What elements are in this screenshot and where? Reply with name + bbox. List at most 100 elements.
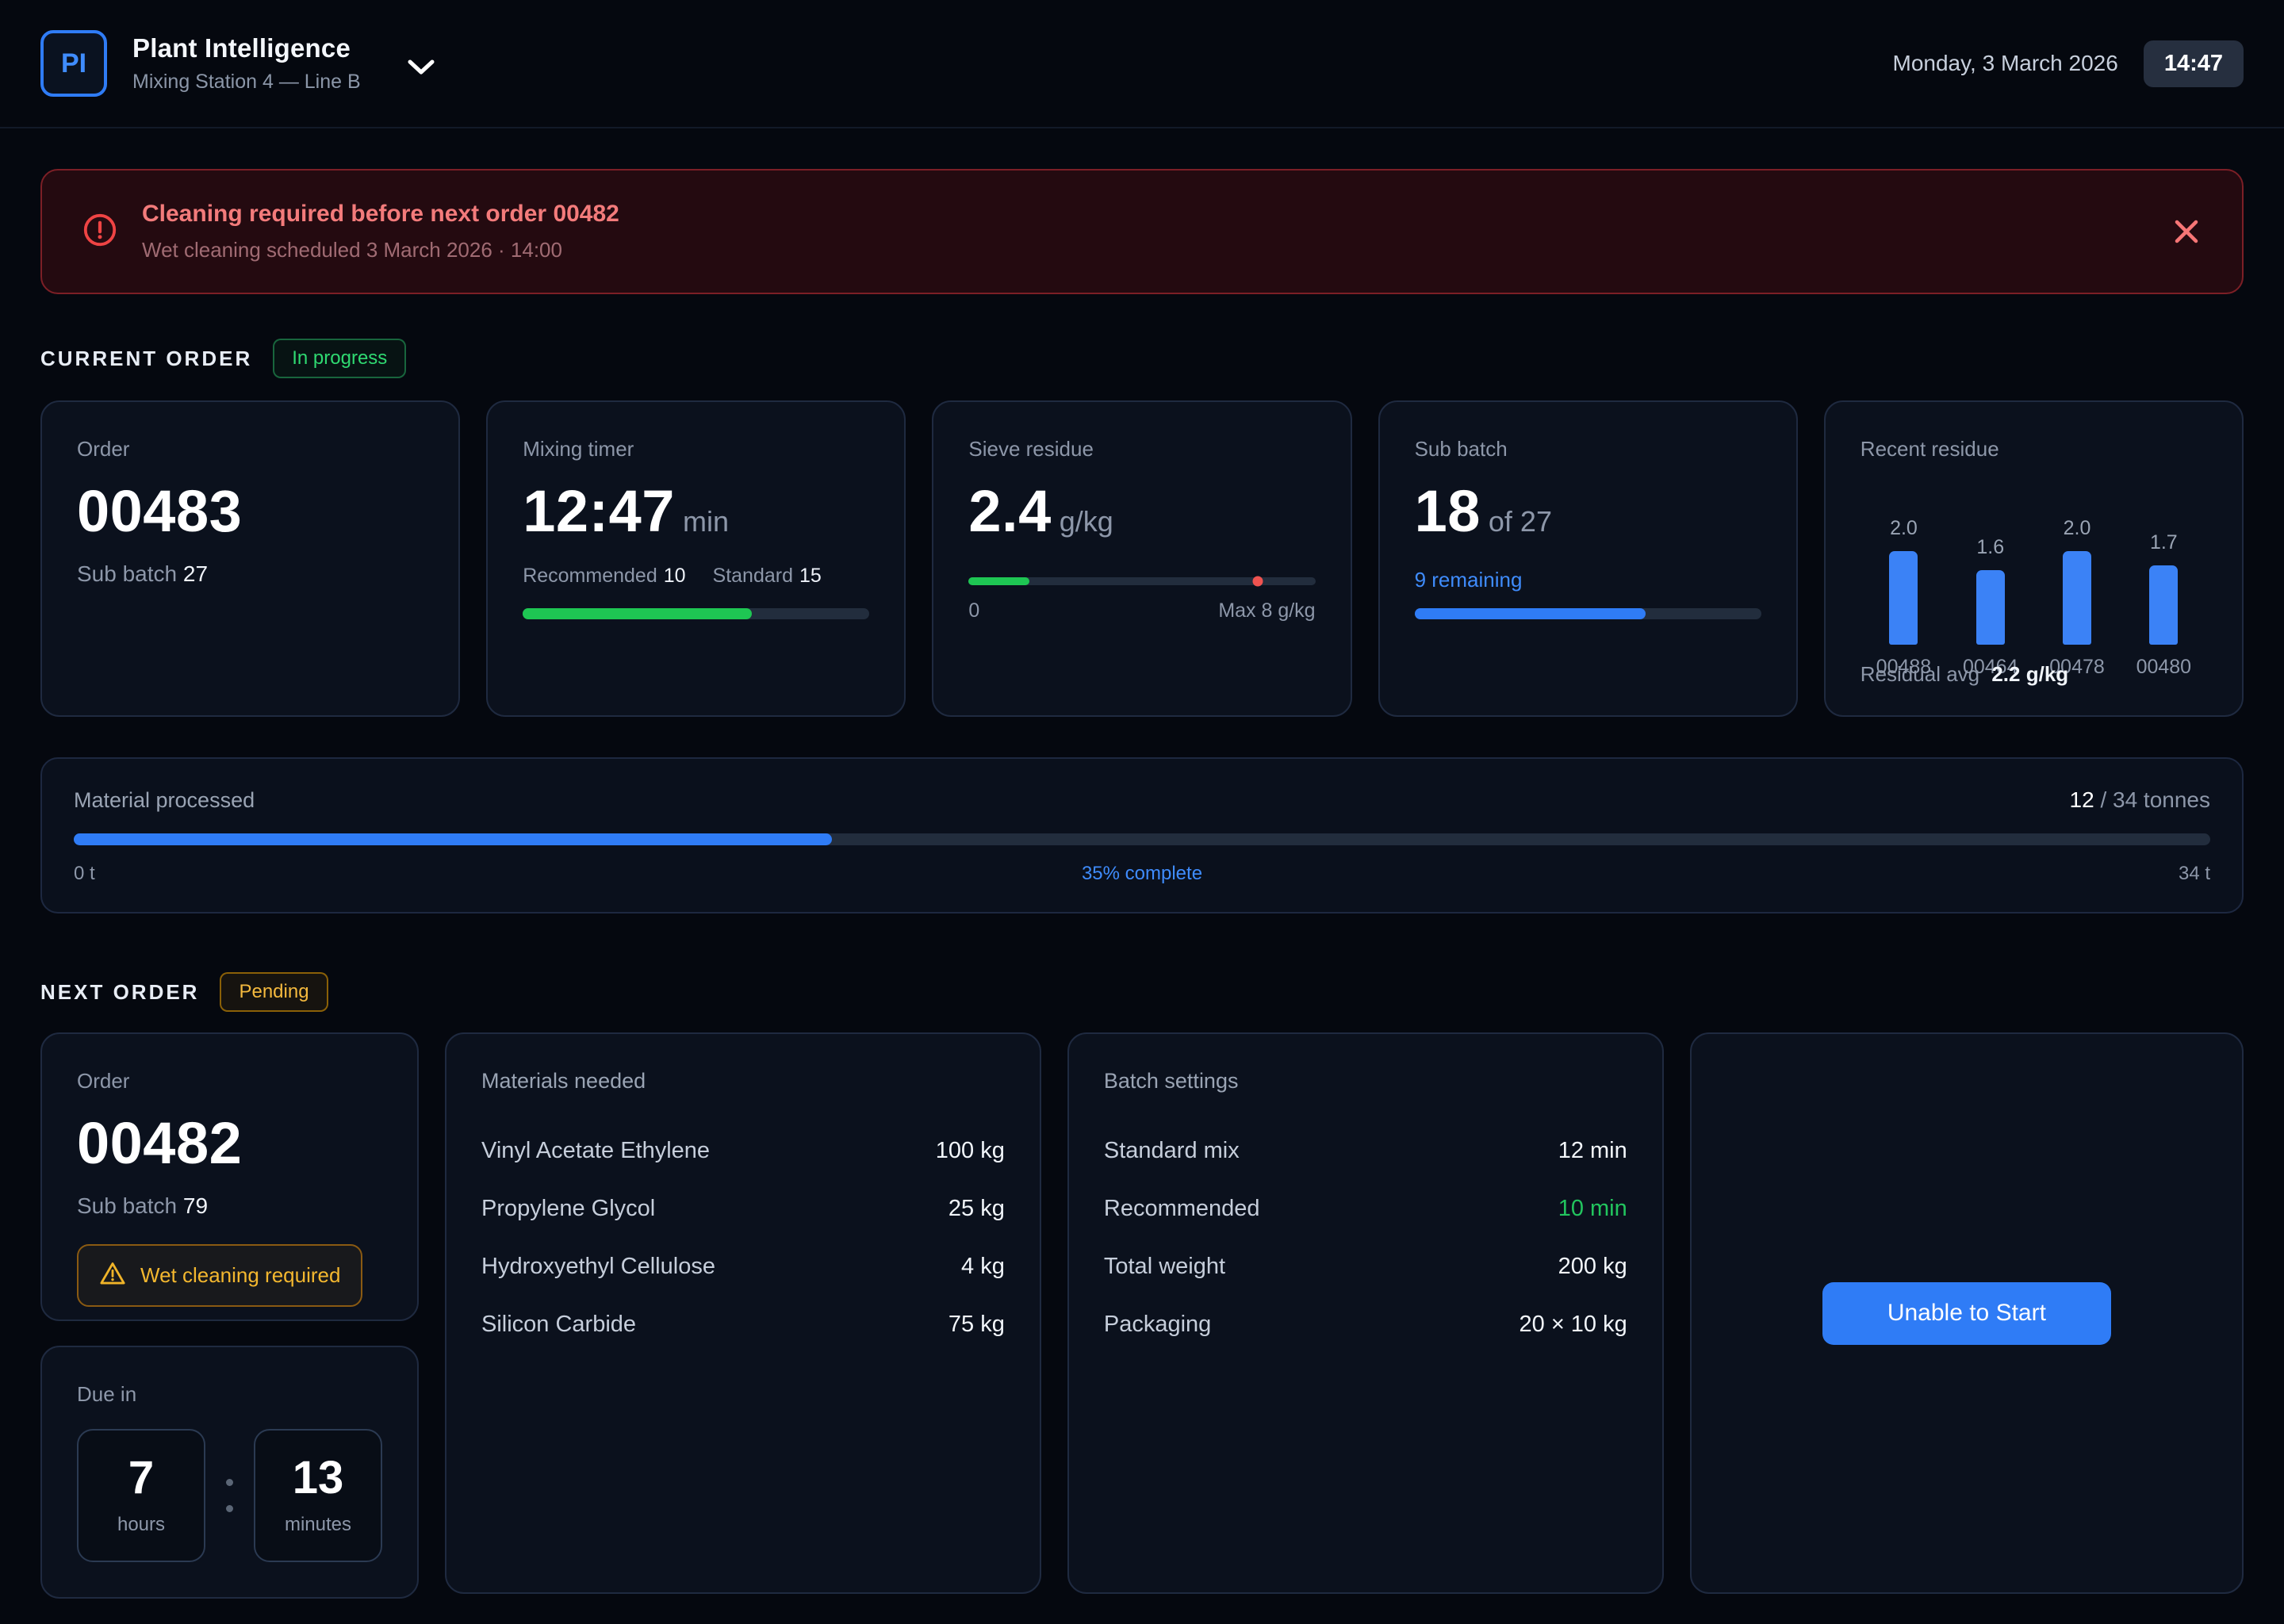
batch-settings-card: Batch settings Standard mix 12 min Recom… (1067, 1032, 1664, 1594)
sieve-residue-card: Sieve residue 2.4 g/kg 0 Max 8 g/kg (932, 400, 1351, 717)
next-order-card-label: Order (77, 1069, 382, 1094)
next-order-sub-batch: Sub batch 79 (77, 1193, 382, 1219)
mixing-timer-label: Mixing timer (523, 437, 869, 462)
chevron-down-icon[interactable] (407, 59, 435, 80)
scale-start: 0 t (74, 863, 1082, 885)
mixing-timer-unit: min (683, 505, 729, 538)
sieve-residue-progress (968, 577, 1315, 585)
next-order-cards: Order 00482 Sub batch 79 (40, 1032, 2244, 1599)
material-processed-label: Material processed (74, 788, 255, 813)
material-processed-scale: 0 t 35% complete 34 t (74, 863, 2210, 885)
hours-value: 7 (128, 1455, 154, 1501)
batch-settings-list: Standard mix 12 min Recommended 10 min T… (1104, 1138, 1627, 1338)
materials-needed-card: Materials needed Vinyl Acetate Ethylene … (445, 1032, 1041, 1594)
material-row: Vinyl Acetate Ethylene 100 kg (481, 1138, 1005, 1164)
countdown: 7 hours 13 minutes (77, 1429, 382, 1562)
order-sub-batch: Sub batch 27 (77, 561, 423, 587)
sieve-residue-range: 0 Max 8 g/kg (968, 599, 1315, 622)
recent-residue-card: Recent residue 2.0 1.6 2.0 (1824, 400, 2244, 717)
close-icon[interactable] (2171, 216, 2202, 247)
sub-batch-label: Sub batch (1415, 437, 1761, 462)
page-title: Plant Intelligence (132, 33, 361, 63)
clock: 14:47 (2144, 40, 2244, 87)
minutes-box: 13 minutes (254, 1429, 382, 1562)
current-order-label: CURRENT ORDER (40, 347, 252, 371)
chart-column: 1.6 (1947, 536, 2033, 645)
wet-cleaning-warning-text: Wet cleaning required (140, 1263, 340, 1288)
material-processed-panel: Material processed 12 / 34 tonnes 0 t 35… (40, 757, 2244, 914)
app-logo: PI (40, 30, 107, 97)
station-subtitle: Mixing Station 4 — Line B (132, 71, 361, 94)
alert-text: Cleaning required before next order 0048… (142, 201, 619, 262)
start-action-card: Unable to Start (1690, 1032, 2244, 1594)
mixing-timer-value: 12:47 (523, 482, 675, 541)
material-row: Propylene Glycol 25 kg (481, 1196, 1005, 1222)
order-number: 00483 (77, 482, 242, 541)
due-in-card: Due in 7 hours 13 minutes (40, 1346, 419, 1599)
setting-row: Recommended 10 min (1104, 1196, 1627, 1222)
plant-intelligence-dashboard: PI Plant Intelligence Mixing Station 4 —… (0, 0, 2284, 1624)
materials-needed-label: Materials needed (481, 1069, 1005, 1094)
residual-avg: Residual avg 2.2 g/kg (1861, 662, 2068, 687)
sub-batch-of: of 27 (1489, 505, 1552, 538)
recent-residue-chart: 2.0 1.6 2.0 1.7 (1861, 474, 2207, 645)
colon-separator (226, 1479, 233, 1512)
material-row: Hydroxyethyl Cellulose 4 kg (481, 1254, 1005, 1280)
alert-title: Cleaning required before next order 0048… (142, 201, 619, 228)
chart-column: 2.0 (1861, 517, 1947, 645)
material-processed-total: 12 / 34 tonnes (2070, 787, 2211, 813)
hours-box: 7 hours (77, 1429, 205, 1562)
unable-to-start-button[interactable]: Unable to Start (1822, 1282, 2111, 1345)
status-badge-in-progress: In progress (273, 339, 406, 378)
chart-bar (2063, 551, 2091, 645)
mixing-timer-meta: Recommended10 Standard15 (523, 565, 869, 588)
chart-bar (1889, 551, 1918, 645)
mixing-timer-progress (523, 608, 869, 619)
percent-complete: 35% complete (1082, 863, 1202, 885)
next-order-header: NEXT ORDER Pending (40, 972, 2244, 1012)
mixing-timer-card: Mixing timer 12:47 min Recommended10 Sta… (486, 400, 906, 717)
chart-bar (1976, 570, 2005, 645)
due-in-label: Due in (77, 1382, 382, 1407)
sieve-residue-value: 2.4 (968, 482, 1051, 541)
chart-bar (2149, 565, 2178, 645)
alert-subtitle: Wet cleaning scheduled 3 March 2026 · 14… (142, 238, 619, 262)
order-card: Order 00483 Sub batch 27 (40, 400, 460, 717)
title-block: Plant Intelligence Mixing Station 4 — Li… (132, 33, 361, 94)
next-order-card: Order 00482 Sub batch 79 (40, 1032, 419, 1321)
minutes-value: 13 (293, 1455, 344, 1501)
material-processed-progress (74, 833, 2210, 845)
cleaning-alert-banner: Cleaning required before next order 0048… (40, 169, 2244, 294)
sieve-residue-label: Sieve residue (968, 437, 1315, 462)
alert-circle-icon (82, 212, 118, 252)
app-logo-text: PI (61, 48, 86, 79)
warning-triangle-icon (99, 1261, 126, 1290)
chart-column: 1.7 (2121, 531, 2207, 645)
materials-list: Vinyl Acetate Ethylene 100 kg Propylene … (481, 1138, 1005, 1338)
header-right: Monday, 3 March 2026 14:47 (1893, 40, 2244, 87)
current-order-header: CURRENT ORDER In progress (40, 339, 2244, 378)
current-order-cards: Order 00483 Sub batch 27 Mixing timer 12… (40, 400, 2244, 717)
sub-batch-progress (1415, 608, 1761, 619)
scale-end: 34 t (1202, 863, 2210, 885)
hours-unit: hours (117, 1514, 165, 1536)
next-order-number: 00482 (77, 1114, 242, 1173)
sieve-residue-unit: g/kg (1060, 505, 1113, 538)
sieve-min-label: 0 (968, 599, 979, 622)
sub-batch-card: Sub batch 18 of 27 9 remaining (1378, 400, 1798, 717)
sub-batch-value: 18 (1415, 482, 1481, 541)
material-row: Silicon Carbide 75 kg (481, 1312, 1005, 1338)
status-badge-pending: Pending (220, 972, 328, 1012)
batch-settings-label: Batch settings (1104, 1069, 1627, 1094)
setting-row: Standard mix 12 min (1104, 1138, 1627, 1164)
setting-row: Packaging 20 × 10 kg (1104, 1312, 1627, 1338)
sieve-threshold-marker (1253, 576, 1263, 587)
next-order-label: NEXT ORDER (40, 980, 199, 1005)
recent-residue-label: Recent residue (1861, 437, 2207, 462)
minutes-unit: minutes (285, 1514, 351, 1536)
top-bar: PI Plant Intelligence Mixing Station 4 —… (0, 0, 2284, 128)
current-date: Monday, 3 March 2026 (1893, 51, 2118, 76)
setting-row: Total weight 200 kg (1104, 1254, 1627, 1280)
sieve-max-label: Max 8 g/kg (1218, 599, 1315, 622)
chart-column: 2.0 (2033, 517, 2120, 645)
